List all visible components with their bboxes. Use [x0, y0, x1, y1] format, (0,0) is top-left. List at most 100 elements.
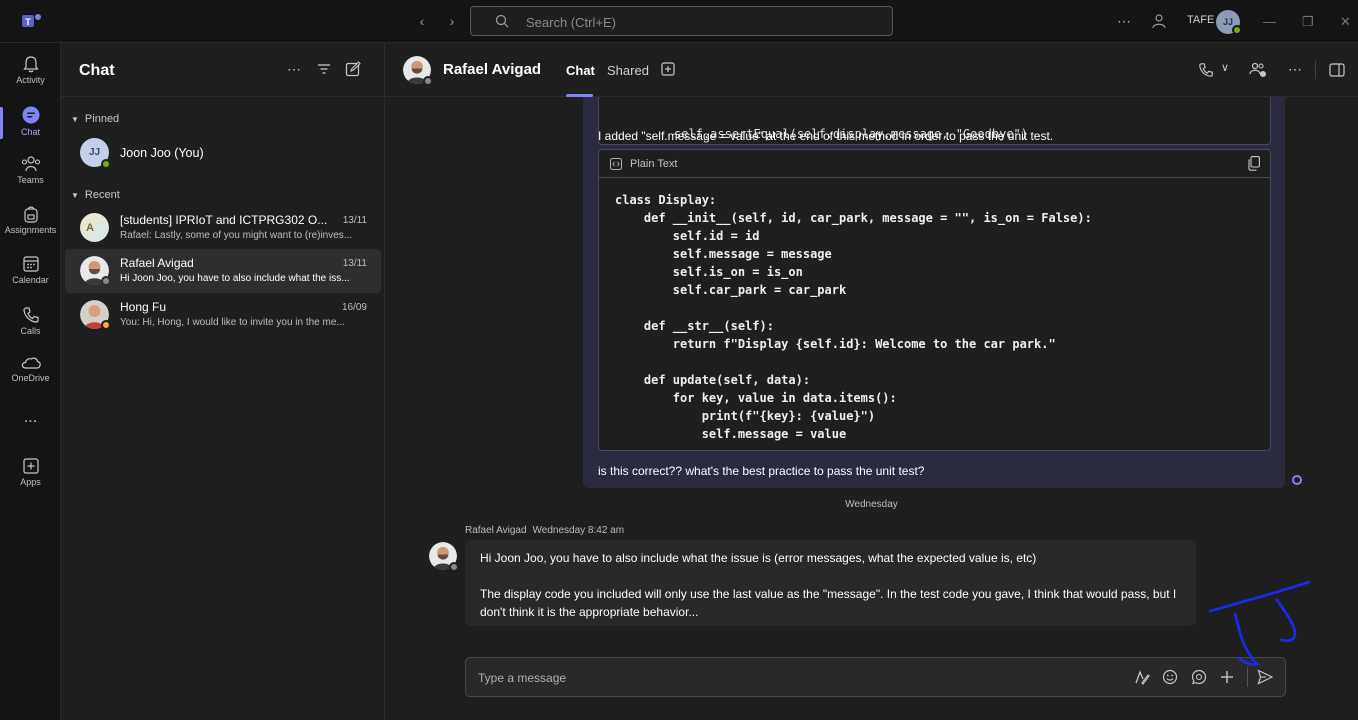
chat-list-pane: Chat ⋯ ▼ Pinned JJ Joon Joo (You) ▼ Recent… — [61, 43, 385, 720]
chat-list-header: Chat ⋯ — [61, 43, 385, 97]
minimize-icon[interactable]: — — [1263, 14, 1276, 29]
user-initials: JJ — [1222, 17, 1233, 27]
svg-text:T: T — [25, 17, 31, 27]
call-icon[interactable] — [1198, 62, 1214, 78]
bell-icon — [22, 56, 39, 73]
people-add-icon[interactable] — [1249, 62, 1267, 78]
rail-item-calls[interactable]: Calls — [0, 298, 61, 348]
chat-preview: Rafael: Lastly, some of you might want t… — [120, 230, 353, 241]
message-text: The display code you included will only … — [480, 587, 1177, 619]
close-icon[interactable]: ✕ — [1340, 14, 1351, 30]
title-bar: T ‹ › Search (Ctrl+E) ⋯ TAFE JJ — ❐ ✕ — [0, 0, 1358, 43]
emoji-icon[interactable] — [1162, 669, 1178, 685]
my-message-bubble[interactable]: self.assertEqual(self.display.message, "… — [583, 73, 1285, 488]
more-options-icon[interactable]: ⋯ — [1117, 13, 1131, 30]
rail-item-onedrive[interactable]: OneDrive — [0, 347, 61, 397]
composer-placeholder: Type a message — [478, 671, 567, 685]
filter-icon[interactable] — [317, 63, 331, 75]
chat-name: Rafael Avigad — [120, 256, 194, 270]
chat-icon — [22, 106, 39, 124]
message-composer[interactable]: Type a message — [465, 657, 1286, 697]
search-bar[interactable]: Search (Ctrl+E) — [470, 6, 893, 36]
caret-down-icon: ▼ — [71, 115, 79, 124]
copy-icon[interactable] — [1248, 156, 1260, 171]
contact-name: Rafael Avigad — [443, 61, 542, 78]
add-tab-icon[interactable] — [661, 62, 675, 76]
send-icon[interactable] — [1257, 669, 1273, 685]
rail-item-teams[interactable]: Teams — [0, 147, 61, 197]
read-receipt-icon — [1292, 475, 1302, 485]
presence-available-icon — [101, 159, 111, 169]
conversation-header: Rafael Avigad Chat Shared ∨ ⋯ — [385, 43, 1358, 97]
day-divider: Wednesday — [845, 499, 898, 510]
tab-chat[interactable]: Chat — [566, 63, 595, 78]
rail-item-activity[interactable]: Activity — [0, 47, 61, 97]
message-text: is this correct?? what's the best practi… — [598, 464, 925, 478]
rail-label: Teams — [17, 175, 44, 185]
pinned-section-header[interactable]: ▼ Pinned — [71, 113, 119, 125]
rail-label: Chat — [20, 127, 40, 137]
chat-row-hong[interactable]: Hong Fu You: Hi, Hong, I would like to i… — [65, 293, 381, 337]
rail-label: Activity — [16, 75, 45, 85]
message-text: I added "self.message = value" at the en… — [598, 129, 1054, 143]
chevron-down-icon[interactable]: ∨ — [1221, 61, 1229, 74]
chat-preview: You: Hi, Hong, I would like to invite yo… — [120, 317, 345, 328]
chat-name: Hong Fu — [120, 300, 167, 314]
more-icon: ... — [23, 409, 38, 426]
calendar-icon — [22, 256, 39, 272]
code-content: class Display: def __init__(self, id, ca… — [615, 193, 1092, 441]
presence-away-icon — [101, 320, 111, 330]
back-arrow-icon[interactable]: ‹ — [412, 13, 432, 31]
pinned-label: Pinned — [84, 113, 120, 125]
recent-section-header[interactable]: ▼ Recent — [71, 189, 120, 201]
app-rail: Activity Chat Teams Assignments Calendar… — [0, 43, 61, 720]
org-label: TAFE — [1187, 14, 1215, 26]
rail-label: Apps — [20, 477, 41, 487]
backpack-icon — [23, 206, 38, 223]
their-message-bubble[interactable]: Hi Joon Joo, you have to also include wh… — [465, 540, 1196, 626]
rail-item-apps[interactable]: Apps — [0, 449, 61, 499]
caret-down-icon: ▼ — [71, 191, 79, 200]
rail-label: Assignments — [4, 225, 57, 235]
message-meta: Rafael Avigad Wednesday 8:42 am — [465, 525, 630, 536]
tab-shared[interactable]: Shared — [607, 63, 649, 78]
more-options-icon[interactable]: ⋯ — [287, 61, 301, 78]
chat-date: 13/11 — [342, 258, 367, 269]
presence-available-icon — [1232, 25, 1242, 35]
rail-label: OneDrive — [11, 373, 50, 383]
rail-item-chat[interactable]: Chat — [0, 97, 61, 147]
chat-name: Joon Joo (You) — [120, 146, 204, 160]
presence-offline-icon — [101, 276, 111, 286]
composer-divider — [1247, 667, 1248, 687]
recent-label: Recent — [84, 189, 120, 201]
cloud-icon — [21, 357, 41, 369]
format-icon[interactable] — [1134, 669, 1150, 685]
rail-item-more[interactable]: ... — [0, 405, 61, 455]
search-icon — [495, 14, 509, 28]
person-settings-icon[interactable] — [1152, 13, 1168, 29]
maximize-icon[interactable]: ❐ — [1302, 14, 1314, 30]
chat-preview: Hi Joon Joo, you have to also include wh… — [120, 273, 350, 284]
apps-icon — [22, 458, 39, 474]
chat-row-students-group[interactable]: A [students] IPRIoT and ICTPRG302 O... R… — [65, 206, 381, 250]
group-avatar: A — [80, 213, 109, 242]
forward-arrow-icon[interactable]: › — [442, 13, 462, 31]
sender-name: Rafael Avigad — [465, 525, 527, 536]
search-placeholder: Search (Ctrl+E) — [526, 15, 616, 30]
rail-label: Calendar — [12, 275, 49, 285]
chat-row-self[interactable]: JJ Joon Joo (You) — [65, 131, 381, 175]
active-tab-indicator — [566, 94, 593, 97]
group-avatar-letter: A — [86, 222, 94, 234]
rail-item-calendar[interactable]: Calendar — [0, 247, 61, 297]
more-options-icon[interactable]: ⋯ — [1288, 61, 1302, 78]
chat-date: 13/11 — [342, 215, 367, 226]
chat-row-rafael[interactable]: Rafael Avigad Hi Joon Joo, you have to a… — [65, 249, 381, 293]
code-block: Plain Text class Display: def __init__(s… — [598, 149, 1271, 451]
rail-label: Calls — [20, 326, 41, 336]
loop-icon[interactable] — [1191, 669, 1207, 685]
rail-item-assignments[interactable]: Assignments — [0, 197, 61, 247]
attach-plus-icon[interactable] — [1219, 669, 1235, 685]
teams-icon — [21, 156, 40, 172]
open-side-panel-icon[interactable] — [1329, 63, 1345, 77]
new-chat-icon[interactable] — [345, 61, 361, 77]
